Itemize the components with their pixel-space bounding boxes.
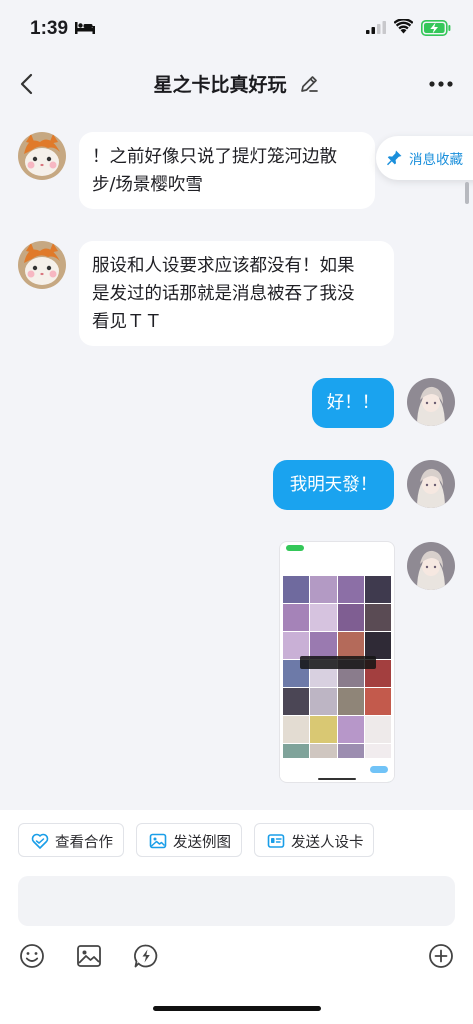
user-avatar[interactable] xyxy=(407,378,455,426)
id-card-icon xyxy=(267,834,285,848)
message-bubble[interactable]: 服设和人设要求应该都没有！如果 是发过的话那就是消息被吞了我没 看见ＴＴ xyxy=(79,241,394,346)
contact-avatar[interactable] xyxy=(18,241,66,289)
image-icon xyxy=(149,833,167,849)
screenshot-home-bar xyxy=(318,778,356,780)
chip-label: 查看合作 xyxy=(55,835,113,851)
message-text-line: 好！！ xyxy=(326,393,380,413)
emoji-icon[interactable] xyxy=(18,942,46,970)
chat-title: 星之卡比真好玩 xyxy=(153,74,287,96)
screenshot-status-pill xyxy=(286,545,304,551)
view-collaboration-button[interactable]: 查看合作 xyxy=(18,823,124,857)
image-picker-icon[interactable] xyxy=(75,942,103,970)
message-bubble[interactable]: ！之前好像只说了提灯笼河边散 步/场景樱吹雪 xyxy=(79,132,375,209)
screenshot-button xyxy=(370,766,388,773)
message-bubble[interactable]: 我明天發！ xyxy=(273,460,394,510)
message-text-line: 步/场景樱吹雪 xyxy=(92,175,203,195)
message-bubble[interactable]: 好！！ xyxy=(312,378,394,428)
quick-reply-icon[interactable] xyxy=(132,942,160,970)
chip-label: 发送例图 xyxy=(173,835,231,851)
message-text-line: 我明天發！ xyxy=(289,475,378,495)
cellular-signal-icon xyxy=(366,21,386,34)
more-options-icon[interactable] xyxy=(428,80,454,88)
wifi-icon xyxy=(394,19,413,34)
pin-icon xyxy=(387,150,402,166)
add-more-icon[interactable] xyxy=(427,942,455,970)
heart-handshake-icon xyxy=(31,833,49,849)
screenshot-bottom-bar xyxy=(280,758,394,782)
scrollbar[interactable] xyxy=(465,182,469,204)
status-time: 1:39 xyxy=(30,18,69,39)
send-example-image-button[interactable]: 发送例图 xyxy=(136,823,242,857)
contact-avatar[interactable] xyxy=(18,132,66,180)
user-avatar[interactable] xyxy=(407,460,455,508)
edit-pencil-icon[interactable] xyxy=(298,73,320,95)
status-bar: 1:39 xyxy=(0,0,473,58)
favorites-label: 消息收藏 xyxy=(409,152,463,168)
home-indicator xyxy=(153,1006,321,1011)
screenshot-toast xyxy=(300,656,376,669)
bed-icon xyxy=(75,22,95,34)
composer-panel: 查看合作 发送例图 发送人设卡 xyxy=(0,810,473,1024)
message-input[interactable] xyxy=(18,876,455,926)
image-message[interactable] xyxy=(280,542,394,782)
battery-charging-icon xyxy=(421,20,451,36)
screenshot-thumbnail-grid xyxy=(283,576,391,782)
message-favorites-button[interactable]: 消息收藏 xyxy=(376,136,473,180)
message-text-line: 看见ＴＴ xyxy=(92,312,162,332)
chat-header: 星之卡比真好玩 xyxy=(0,58,473,110)
chip-label: 发送人设卡 xyxy=(291,835,364,851)
user-avatar[interactable] xyxy=(407,542,455,590)
message-text-line: ！之前好像只说了提灯笼河边散 xyxy=(92,147,337,167)
send-character-card-button[interactable]: 发送人设卡 xyxy=(254,823,374,857)
message-text-line: 服设和人设要求应该都没有！如果 xyxy=(92,256,355,276)
message-text-line: 是发过的话那就是消息被吞了我没 xyxy=(92,284,355,304)
